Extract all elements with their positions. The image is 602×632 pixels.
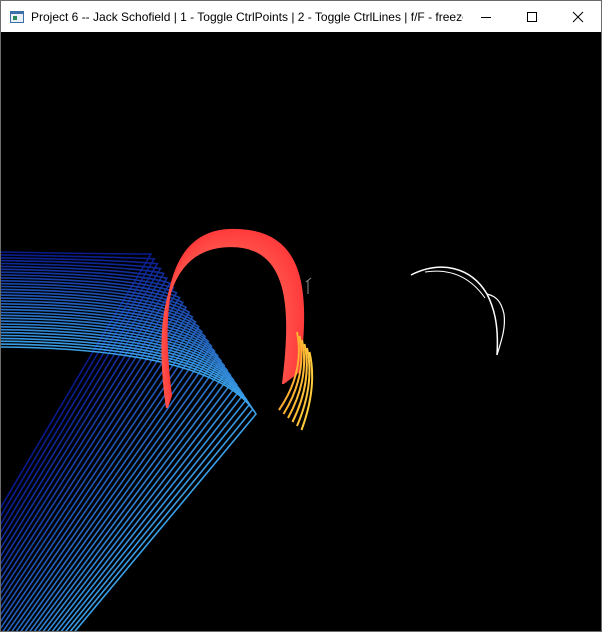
white-bezier-curve (305, 266, 506, 356)
floor-grid (1, 251, 257, 631)
close-icon (572, 11, 584, 22)
app-window: Project 6 -- Jack Schofield | 1 - Toggle… (0, 0, 602, 632)
app-window-icon (10, 10, 24, 23)
opengl-viewport[interactable] (1, 32, 601, 631)
window-title: Project 6 -- Jack Schofield | 1 - Toggle… (31, 9, 463, 24)
scene-canvas (1, 228, 506, 631)
maximize-icon (527, 11, 537, 22)
curve-stroke (424, 270, 486, 299)
minimize-button[interactable] (463, 1, 509, 32)
floor-line (1, 294, 200, 623)
maximize-button[interactable] (509, 1, 555, 32)
curve-stroke (410, 266, 499, 356)
close-button[interactable] (555, 1, 601, 32)
title-bar[interactable]: Project 6 -- Jack Schofield | 1 - Toggle… (1, 1, 601, 32)
control-point-marker (305, 277, 312, 294)
minimize-icon (481, 16, 491, 18)
